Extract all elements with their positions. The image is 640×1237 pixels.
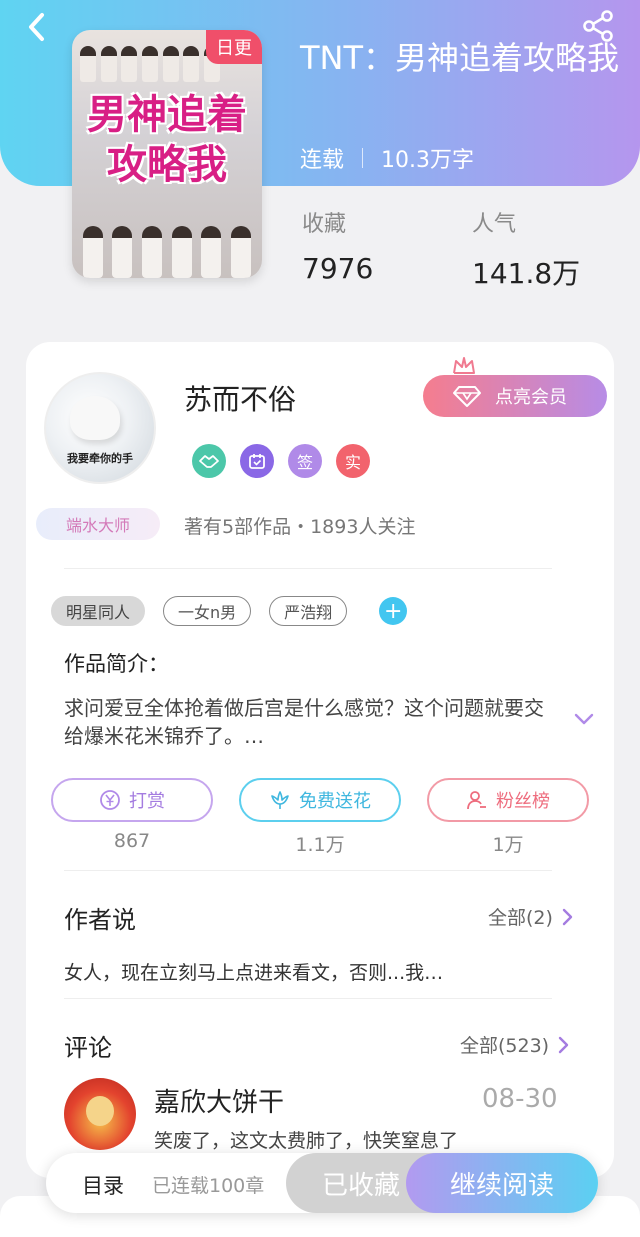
divider bbox=[64, 998, 552, 999]
tag-list: 明星同人 一女n男 严浩翔 + bbox=[51, 596, 408, 626]
vip-button[interactable]: 点亮会员 bbox=[423, 375, 607, 417]
author-says-heading: 作者说 bbox=[64, 906, 136, 934]
back-arrow-icon[interactable] bbox=[22, 10, 56, 44]
flower-count: 1.1万 bbox=[295, 834, 345, 856]
yuan-coin-icon bbox=[100, 790, 120, 810]
word-count: 10.3万字 bbox=[381, 148, 475, 173]
send-flower-label: 免费送花 bbox=[299, 791, 371, 812]
avatar-caption: 我要牵你的手 bbox=[67, 452, 133, 465]
book-cover[interactable]: 日更 男神追着 攻略我 bbox=[72, 30, 262, 278]
divider bbox=[64, 568, 552, 569]
calendar-badge-icon[interactable] bbox=[240, 444, 274, 478]
flower-icon bbox=[271, 791, 289, 809]
author-says-text[interactable]: 女人，现在立刻马上点进来看文，否则...我… bbox=[64, 958, 443, 985]
cover-title-line1: 男神追着 bbox=[87, 92, 247, 138]
continue-reading-button[interactable]: 继续阅读 bbox=[406, 1153, 598, 1213]
vip-button-label: 点亮会员 bbox=[495, 387, 567, 408]
fan-ranking-button[interactable]: 粉丝榜 bbox=[427, 778, 589, 822]
tip-button[interactable]: 打赏 bbox=[51, 778, 213, 822]
divider bbox=[64, 870, 552, 871]
stat-value: 7976 bbox=[302, 252, 374, 285]
fans-person-icon bbox=[467, 791, 486, 810]
author-says-all-label: 全部(2) bbox=[488, 907, 553, 929]
comment-text[interactable]: 笑废了，这文太费肺了，快笑窒息了 bbox=[154, 1126, 458, 1153]
commenter-avatar[interactable] bbox=[64, 1078, 136, 1150]
diamond-icon bbox=[453, 386, 481, 407]
book-meta: 连载 10.3万字 bbox=[300, 142, 474, 174]
stat-favorites: 收藏 7976 bbox=[302, 206, 373, 285]
meta-divider bbox=[362, 148, 364, 168]
fan-ranking-label: 粉丝榜 bbox=[496, 791, 550, 812]
comments-all-link[interactable]: 全部(523) bbox=[460, 1031, 569, 1058]
cover-title-line2: 攻略我 bbox=[107, 142, 227, 188]
author-avatar[interactable]: 我要牵你的手 bbox=[44, 372, 156, 484]
chapter-count: 已连载100章 bbox=[152, 1175, 265, 1197]
chevron-down-icon[interactable] bbox=[574, 712, 594, 726]
intro-text[interactable]: 求问爱豆全体抢着做后宫是什么感觉？这个问题就要交给爆米花米锦乔了。… bbox=[64, 694, 562, 750]
comments-all-label: 全部(523) bbox=[460, 1035, 550, 1057]
crown-icon bbox=[453, 357, 475, 374]
handshake-badge-icon[interactable] bbox=[192, 444, 226, 478]
daily-update-badge: 日更 bbox=[206, 30, 262, 64]
signed-badge[interactable]: 签 bbox=[288, 444, 322, 478]
cover-figures-bottom bbox=[72, 212, 262, 278]
chevron-right-icon bbox=[562, 908, 573, 925]
tip-label: 打赏 bbox=[129, 791, 165, 812]
continue-reading-label: 继续阅读 bbox=[449, 1170, 554, 1201]
avatar-figure bbox=[86, 1096, 114, 1126]
add-tag-icon[interactable]: + bbox=[379, 597, 408, 625]
fan-count: 1万 bbox=[492, 834, 524, 856]
author-name[interactable]: 苏而不俗 bbox=[184, 378, 296, 418]
toc-button[interactable]: 目录 bbox=[82, 1170, 124, 1200]
stat-value: 141.8万 bbox=[472, 257, 581, 290]
tag-chip[interactable]: 一女n男 bbox=[163, 596, 252, 626]
comment-date: 08-30 bbox=[482, 1084, 558, 1114]
tag-chip[interactable]: 严浩翔 bbox=[269, 596, 348, 626]
comments-heading: 评论 bbox=[64, 1034, 112, 1062]
intro-heading: 作品简介： bbox=[64, 652, 169, 676]
favorited-label: 已收藏 bbox=[321, 1170, 400, 1201]
stat-popularity: 人气 141.8万 bbox=[472, 206, 580, 292]
paw-graphic bbox=[70, 396, 120, 440]
author-says-all-link[interactable]: 全部(2) bbox=[488, 903, 573, 930]
stat-label: 人气 bbox=[472, 212, 517, 237]
cover-title: 男神追着 攻略我 bbox=[72, 90, 262, 190]
title-badge-label: 端水大师 bbox=[65, 516, 130, 535]
serial-status: 连载 bbox=[300, 148, 345, 173]
send-flower-button[interactable]: 免费送花 bbox=[239, 778, 401, 822]
verified-badge[interactable]: 实 bbox=[336, 444, 370, 478]
tip-count: 867 bbox=[113, 830, 151, 852]
book-title: TNT：男神追着攻略我 bbox=[300, 39, 620, 77]
stat-label: 收藏 bbox=[302, 212, 347, 237]
tag-chip[interactable]: 明星同人 bbox=[51, 596, 146, 626]
author-badges: 签 实 bbox=[192, 444, 370, 478]
author-title-badge: 端水大师 bbox=[36, 508, 160, 540]
author-stats: 著有5部作品・1893人关注 bbox=[184, 516, 416, 538]
chevron-right-icon bbox=[558, 1036, 569, 1053]
commenter-name[interactable]: 嘉欣大饼干 bbox=[154, 1082, 284, 1119]
